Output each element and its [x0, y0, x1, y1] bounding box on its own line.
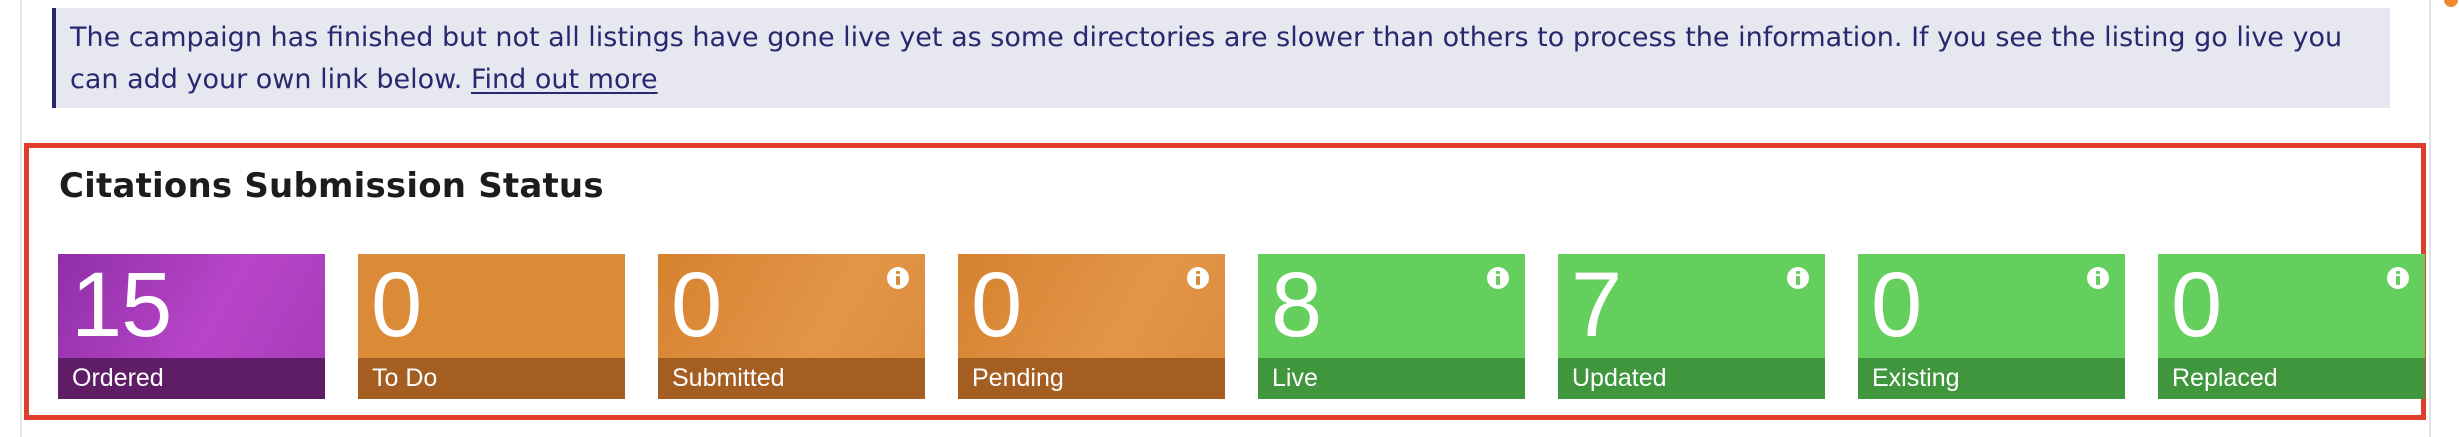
tile-label: Pending [958, 358, 1225, 399]
status-tile-live[interactable]: 8 Live [1258, 254, 1525, 399]
tile-count: 0 [1871, 254, 1922, 356]
status-tile-updated[interactable]: 7 Updated [1558, 254, 1825, 399]
status-tile-ordered[interactable]: 15 Ordered [58, 254, 325, 399]
tile-count: 7 [1571, 254, 1622, 356]
tile-label: Updated [1558, 358, 1825, 399]
panel-title: Citations Submission Status [59, 166, 604, 206]
tile-count: 0 [2171, 254, 2222, 356]
content-right-border [2429, 0, 2431, 437]
status-tile-existing[interactable]: 0 Existing [1858, 254, 2125, 399]
tile-count: 0 [671, 254, 722, 356]
tile-count: 0 [971, 254, 1022, 356]
find-out-more-link[interactable]: Find out more [471, 64, 658, 95]
tile-label: Existing [1858, 358, 2125, 399]
status-tiles: 15 Ordered 0 To Do 0 Submitted 0 Pending 8 Live 7 U… [58, 254, 2425, 399]
content-left-border [20, 0, 22, 437]
tile-count: 15 [71, 254, 172, 356]
tile-label: Submitted [658, 358, 925, 399]
tile-count: 8 [1271, 254, 1322, 356]
status-tile-replaced[interactable]: 0 Replaced [2158, 254, 2425, 399]
tile-label: Replaced [2158, 358, 2425, 399]
info-icon[interactable] [2387, 267, 2409, 289]
info-icon[interactable] [1487, 267, 1509, 289]
info-icon[interactable] [887, 267, 909, 289]
campaign-notice: The campaign has finished but not all li… [52, 8, 2390, 108]
status-tile-submitted[interactable]: 0 Submitted [658, 254, 925, 399]
status-tile-todo[interactable]: 0 To Do [358, 254, 625, 399]
notice-text: The campaign has finished but not all li… [70, 22, 2343, 95]
tile-label: To Do [358, 358, 625, 399]
info-icon[interactable] [2087, 267, 2109, 289]
tile-count: 0 [371, 254, 422, 356]
tile-label: Live [1258, 358, 1525, 399]
status-tile-pending[interactable]: 0 Pending [958, 254, 1225, 399]
notification-dot [2444, 0, 2458, 7]
citations-status-panel: Citations Submission Status 15 Ordered 0 To… [24, 143, 2426, 420]
tile-label: Ordered [58, 358, 325, 399]
info-icon[interactable] [1187, 267, 1209, 289]
info-icon[interactable] [1787, 267, 1809, 289]
